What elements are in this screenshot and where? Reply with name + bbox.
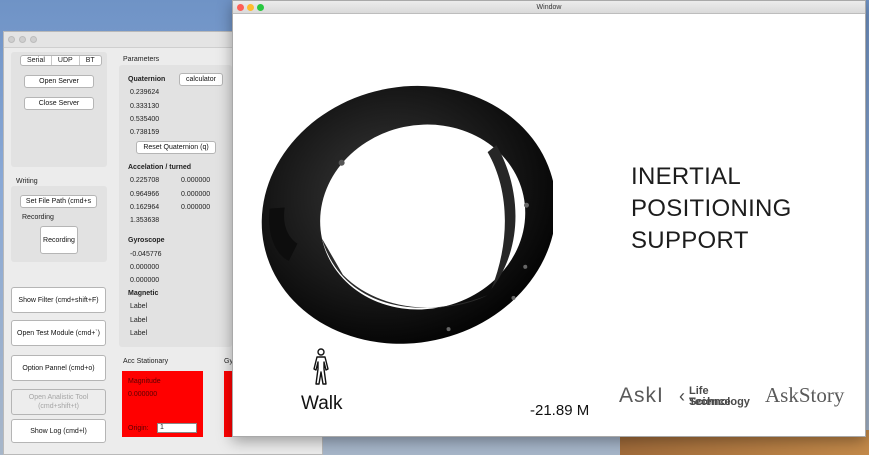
- gyro-x-value: -0.045776: [130, 251, 162, 258]
- headline: INERTIAL POSITIONING SUPPORT: [631, 161, 792, 257]
- maximize-window-icon[interactable]: [257, 4, 264, 11]
- accel-x-value: 0.225708: [130, 177, 160, 184]
- window-title: Window: [536, 4, 562, 11]
- show-filter-button[interactable]: Show Filter (cmd+shift+F): [11, 287, 106, 313]
- wearable-ring-model: [261, 85, 553, 344]
- tab-serial[interactable]: Serial: [21, 56, 52, 65]
- origin-input[interactable]: 1: [157, 423, 197, 433]
- gyro-z-value: 0.000000: [130, 277, 160, 284]
- turned-y-value: 0.000000: [181, 191, 211, 198]
- acceleration-label: Accelation / turned: [128, 164, 192, 171]
- recording-button[interactable]: Recording: [40, 226, 78, 254]
- quaternion-label: Quaternion: [128, 76, 166, 83]
- show-log-button[interactable]: Show Log (cmd+l): [11, 419, 106, 443]
- magnitude-value: 0.000000: [128, 391, 158, 398]
- walking-person-icon: [313, 348, 329, 385]
- close-server-button[interactable]: Close Server: [24, 97, 94, 110]
- close-window-icon[interactable]: [237, 4, 244, 11]
- minimize-window-icon[interactable]: [19, 36, 26, 43]
- accel-z-value: 0.162964: [130, 204, 160, 211]
- gyro-y-value: 0.000000: [130, 264, 160, 271]
- askstory-logo: AskStory: [765, 383, 845, 407]
- acc-stationary-label: Acc Stationary: [123, 358, 169, 365]
- headline-line-2: POSITIONING: [631, 195, 792, 222]
- close-window-icon[interactable]: [8, 36, 15, 43]
- turned-z-value: 0.000000: [181, 204, 211, 211]
- maximize-window-icon[interactable]: [30, 36, 37, 43]
- open-analistic-tool-button[interactable]: Open Analistic Tool (cmd+shift+t): [11, 389, 106, 415]
- turned-x-value: 0.000000: [181, 177, 211, 184]
- open-server-button[interactable]: Open Server: [24, 75, 94, 88]
- aski-logo: AskI: [619, 384, 664, 407]
- reset-quaternion-button[interactable]: Reset Quaternion (q): [136, 141, 216, 154]
- option-panel-button[interactable]: Option Pannel (cmd+o): [11, 355, 106, 381]
- visualization-titlebar[interactable]: Window: [233, 1, 865, 14]
- quaternion-z-value: 0.738159: [130, 129, 160, 136]
- magnetic-y-label: Label: [130, 317, 148, 324]
- tab-udp[interactable]: UDP: [52, 56, 80, 65]
- headline-line-1: INERTIAL: [631, 163, 741, 190]
- minimize-window-icon[interactable]: [247, 4, 254, 11]
- accel-y-value: 0.964966: [130, 191, 160, 198]
- magnetic-z-label: Label: [130, 330, 148, 337]
- connection-tabs: Serial UDP BT: [20, 55, 102, 66]
- accel-magnitude-value: 1.353638: [130, 217, 160, 224]
- distance-readout: -21.89 M: [530, 402, 590, 419]
- technology-text: Technology: [689, 396, 750, 408]
- parameters-label: Parameters: [123, 56, 160, 63]
- set-file-path-button[interactable]: Set File Path (cmd+s: [20, 195, 97, 208]
- quaternion-w-value: 0.239624: [130, 89, 160, 96]
- life-science-technology-logo: ‹ Life Science Technology: [679, 385, 750, 409]
- activity-label: Walk: [301, 393, 343, 414]
- writing-label: Writing: [16, 178, 38, 185]
- magnetic-x-label: Label: [130, 303, 148, 310]
- magnetic-label: Magnetic: [128, 290, 159, 297]
- headline-line-3: SUPPORT: [631, 227, 749, 254]
- quaternion-y-value: 0.535400: [130, 116, 160, 123]
- chevron-left-icon: ‹: [679, 386, 685, 406]
- origin-label: Origin:: [128, 425, 149, 432]
- magnitude-label: Magnitude: [128, 378, 161, 385]
- open-test-module-button[interactable]: Open Test Module (cmd+`): [11, 320, 106, 346]
- calculator-button[interactable]: calculator: [179, 73, 223, 86]
- quaternion-x-value: 0.333130: [130, 103, 160, 110]
- tab-bt[interactable]: BT: [80, 56, 101, 65]
- gyroscope-label: Gyroscope: [128, 237, 165, 244]
- visualization-window: Window INERTIAL POSITIONING SUPPORT Walk…: [232, 0, 866, 437]
- recording-label: Recording: [22, 214, 54, 221]
